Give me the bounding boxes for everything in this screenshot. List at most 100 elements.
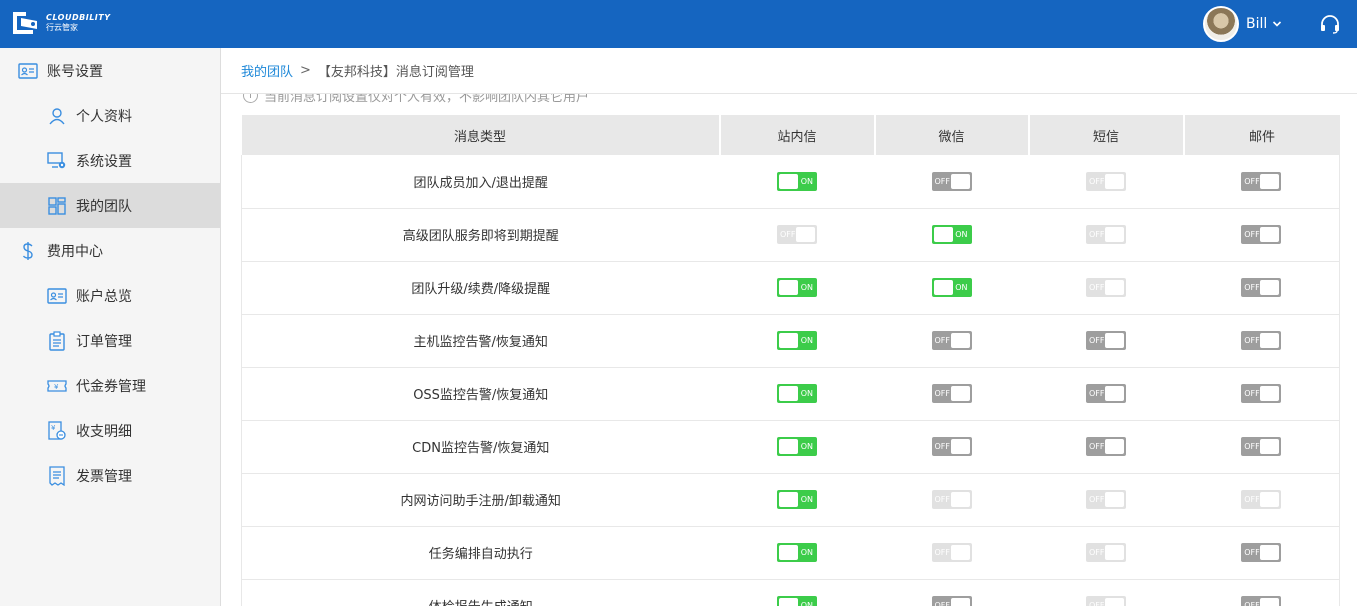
subscription-toggle: OFF: [1086, 171, 1126, 191]
svg-text:¥: ¥: [51, 424, 56, 432]
main-content: i 当前消息订阅设置仅对个人有效，不影响团队内其它用户 消息类型 站内信 微信 …: [221, 94, 1357, 606]
toggle-label: OFF: [934, 389, 951, 398]
subscription-toggle[interactable]: OFF: [1241, 543, 1282, 562]
toggle-label: OFF: [1089, 601, 1105, 606]
subscription-toggle: OFF: [931, 543, 972, 562]
info-icon: i: [243, 94, 258, 103]
toggle-cell: ON: [874, 261, 1029, 315]
message-type-cell: 主机监控告警/恢复通知: [241, 314, 720, 368]
subscription-toggle[interactable]: OFF: [1086, 331, 1126, 350]
sidebar-item[interactable]: 账号设置: [0, 48, 220, 93]
subscription-toggle: OFF: [1086, 278, 1126, 297]
toggle-knob: [1105, 439, 1124, 454]
toggle-knob: [1105, 545, 1124, 560]
subscription-toggle[interactable]: ON: [931, 278, 972, 297]
subscription-toggle[interactable]: ON: [777, 596, 817, 606]
toggle-label: OFF: [934, 336, 951, 345]
sidebar-item[interactable]: 我的团队: [0, 183, 220, 228]
toggle-cell: ON: [719, 420, 875, 474]
subscription-toggle[interactable]: OFF: [1241, 437, 1282, 456]
sidebar-item[interactable]: 发票管理: [0, 453, 220, 498]
subscription-toggle[interactable]: OFF: [1241, 225, 1282, 244]
toggle-knob: [1105, 173, 1124, 189]
logo[interactable]: CLOUDBILITY 行云管家: [12, 6, 111, 40]
subscription-toggle[interactable]: ON: [777, 331, 817, 350]
user-menu[interactable]: Bill: [1203, 6, 1282, 42]
toggle-cell: OFF: [1028, 526, 1184, 580]
toggle-knob: [779, 492, 798, 507]
subscription-toggle[interactable]: OFF: [1241, 171, 1282, 191]
table-row: 主机监控告警/恢复通知 ON OFF OFF OFF: [241, 314, 1340, 368]
toggle-label: ON: [955, 230, 968, 239]
toggle-label: ON: [800, 283, 813, 292]
toggle-knob: [1260, 439, 1280, 454]
sidebar-item[interactable]: 账户总览: [0, 273, 220, 318]
toggle-label: OFF: [934, 495, 951, 504]
table-header-row: 消息类型 站内信 微信 短信 邮件: [241, 115, 1340, 155]
subscription-toggle[interactable]: ON: [931, 225, 972, 244]
toggle-knob: [1260, 227, 1280, 242]
toggle-cell: OFF: [1028, 367, 1184, 421]
subscription-toggle[interactable]: ON: [777, 490, 817, 509]
toggle-cell: OFF: [1183, 579, 1340, 606]
toggle-label: OFF: [1244, 336, 1260, 345]
toggle-knob: [933, 280, 953, 295]
message-type-cell: 任务编排自动执行: [241, 526, 720, 580]
subscription-toggle[interactable]: OFF: [1241, 331, 1282, 350]
id-card-icon: [18, 61, 38, 81]
table-row: OSS监控告警/恢复通知 ON OFF OFF OFF: [241, 367, 1340, 421]
subscription-toggle[interactable]: OFF: [1241, 384, 1282, 403]
toggle-cell: OFF: [874, 473, 1029, 527]
sidebar: 账号设置 个人资料 系统设置 我的团队 费用中心 账户总览 订单管理 ¥ 代金券管理 ¥ 收支明细发…: [0, 48, 221, 606]
coupon-icon: ¥: [47, 376, 67, 396]
column-header: 邮件: [1182, 115, 1340, 155]
subscription-toggle[interactable]: ON: [777, 171, 817, 191]
user-name[interactable]: Bill: [1246, 16, 1267, 32]
toggle-knob: [1105, 598, 1124, 606]
subscription-toggle[interactable]: OFF: [931, 331, 972, 350]
toggle-knob: [1260, 173, 1280, 189]
toggle-knob: [796, 227, 815, 242]
toggle-label: ON: [800, 601, 813, 606]
toggle-knob: [779, 386, 798, 401]
toggle-cell: OFF: [1028, 579, 1184, 606]
subscription-toggle[interactable]: OFF: [931, 596, 972, 606]
message-type-cell: 内网访问助手注册/卸载通知: [241, 473, 720, 527]
subscription-toggle[interactable]: OFF: [931, 437, 972, 456]
toggle-label: OFF: [1244, 495, 1260, 504]
chevron-down-icon[interactable]: [1272, 19, 1282, 29]
toggle-cell: OFF: [1028, 261, 1184, 315]
subscription-toggle[interactable]: OFF: [931, 171, 972, 191]
ledger-icon: ¥: [47, 420, 67, 441]
avatar[interactable]: [1203, 6, 1239, 42]
sidebar-item[interactable]: 个人资料: [0, 93, 220, 138]
subscription-toggle: OFF: [1086, 543, 1126, 562]
toggle-label: OFF: [934, 176, 951, 186]
subscription-toggle[interactable]: ON: [777, 278, 817, 297]
sidebar-item[interactable]: ¥ 收支明细: [0, 408, 220, 453]
sidebar-item[interactable]: 系统设置: [0, 138, 220, 183]
subscription-toggle[interactable]: ON: [777, 543, 817, 562]
subscription-toggle[interactable]: ON: [777, 384, 817, 403]
toggle-knob: [1260, 333, 1280, 348]
toggle-cell: OFF: [1028, 314, 1184, 368]
toggle-cell: OFF: [1183, 155, 1340, 209]
toggle-label: OFF: [1244, 283, 1260, 292]
sidebar-item[interactable]: 费用中心: [0, 228, 220, 273]
subscription-toggle[interactable]: OFF: [1241, 596, 1282, 606]
toggle-cell: OFF: [1183, 420, 1340, 474]
subscription-toggle[interactable]: OFF: [1086, 384, 1126, 403]
breadcrumb-link-my-team[interactable]: 我的团队: [241, 61, 293, 80]
subscription-toggle[interactable]: OFF: [1241, 278, 1282, 297]
subscription-toggle[interactable]: ON: [777, 437, 817, 456]
toggle-cell: ON: [719, 473, 875, 527]
subscription-toggle[interactable]: OFF: [1086, 437, 1126, 456]
toggle-knob: [950, 333, 970, 348]
sidebar-item[interactable]: 订单管理: [0, 318, 220, 363]
subscription-toggle: OFF: [1241, 490, 1282, 509]
toggle-cell: OFF: [874, 420, 1029, 474]
headset-icon[interactable]: [1319, 13, 1341, 35]
subscription-toggle[interactable]: OFF: [931, 384, 972, 403]
sidebar-item[interactable]: ¥ 代金券管理: [0, 363, 220, 408]
toggle-cell: ON: [874, 208, 1029, 262]
